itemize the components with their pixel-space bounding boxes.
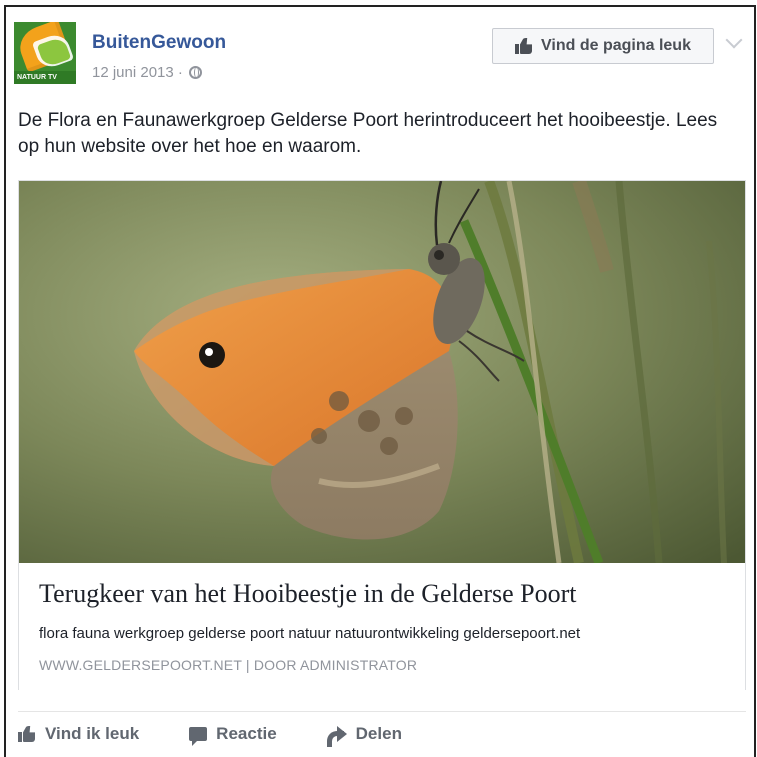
post-header: NATUUR TV BuitenGewoon 12 juni 2013 · Vi… xyxy=(14,22,743,84)
logo-tag: NATUUR TV xyxy=(14,71,76,84)
card-image[interactable] xyxy=(19,181,745,563)
page-avatar[interactable]: NATUUR TV xyxy=(14,22,76,84)
thumbs-up-icon xyxy=(18,726,36,742)
comment-button[interactable]: Reactie xyxy=(189,722,277,746)
comment-icon xyxy=(189,727,208,746)
card-title[interactable]: Terugkeer van het Hooibeestje in de Geld… xyxy=(39,579,577,609)
link-preview-card[interactable]: Terugkeer van het Hooibeestje in de Geld… xyxy=(18,180,746,690)
page-name-link[interactable]: BuitenGewoon xyxy=(92,32,226,54)
action-divider xyxy=(18,711,746,712)
card-description: flora fauna werkgroep gelderse poort nat… xyxy=(39,625,581,642)
like-page-label: Vind de pagina leuk xyxy=(541,37,691,54)
share-button[interactable]: Delen xyxy=(326,722,402,747)
butterfly-photo xyxy=(19,181,745,563)
thumbs-up-icon xyxy=(515,38,533,54)
share-label: Delen xyxy=(355,724,402,743)
post-text: De Flora en Faunawerkgroep Gelderse Poor… xyxy=(18,110,718,157)
comment-label: Reactie xyxy=(216,724,277,743)
globe-icon xyxy=(188,66,202,79)
like-page-button[interactable]: Vind de pagina leuk xyxy=(492,28,714,64)
share-arrow-icon xyxy=(326,726,347,747)
card-info: Terugkeer van het Hooibeestje in de Geld… xyxy=(19,563,745,690)
post-date[interactable]: 12 juni 2013 · xyxy=(92,64,183,81)
post-meta: 12 juni 2013 · xyxy=(92,64,202,81)
action-bar: Vind ik leuk Reactie Delen xyxy=(18,722,452,747)
card-source: WWW.GELDERSEPOORT.NET | DOOR ADMINISTRAT… xyxy=(39,657,418,673)
like-button[interactable]: Vind ik leuk xyxy=(18,722,139,746)
like-label: Vind ik leuk xyxy=(45,724,140,743)
